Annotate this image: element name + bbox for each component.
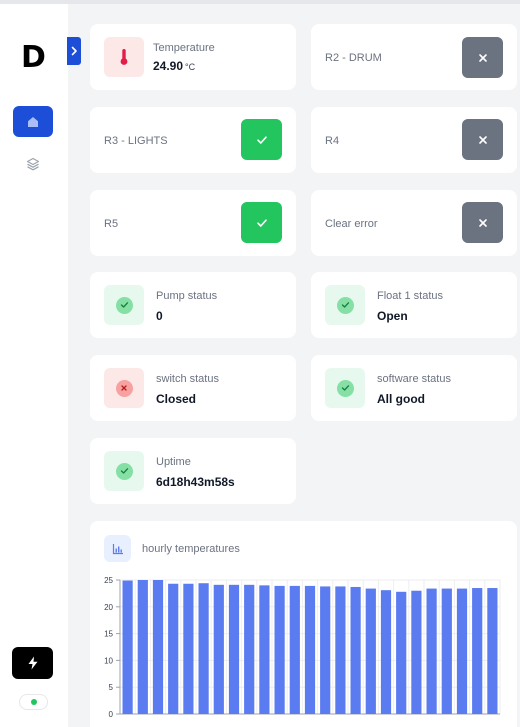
relay-label: R4 — [325, 135, 340, 147]
bar — [335, 586, 346, 714]
status-icon-box — [325, 368, 365, 408]
temperature-unit: °C — [185, 62, 196, 72]
chevron-right-icon — [71, 46, 77, 56]
bar — [472, 588, 483, 714]
relay-label: R3 - LIGHTS — [104, 135, 168, 147]
temperature-value: 24.90 °C — [153, 59, 196, 73]
relay-card-r4: R4 — [311, 107, 517, 173]
nav-layers-button[interactable] — [23, 154, 43, 174]
bar — [396, 591, 407, 714]
relay-toggle-button[interactable] — [241, 119, 282, 160]
relay-card-r5: R5 — [90, 190, 296, 256]
status-card-float: Float 1 status Open — [311, 272, 517, 338]
relay-toggle-button[interactable] — [462, 37, 503, 78]
bar-chart: 0 5 10 15 20 25 — [104, 576, 501, 719]
status-card-software: software status All good — [311, 355, 517, 421]
bar — [228, 584, 240, 714]
bar — [487, 588, 498, 714]
y-tick-label: 0 — [109, 710, 114, 719]
top-border — [0, 0, 520, 4]
check-circle-icon — [115, 462, 133, 480]
status-value: Closed — [156, 392, 197, 406]
lightning-bolt-icon — [28, 656, 37, 670]
status-card-pump: Pump status 0 — [90, 272, 296, 338]
check-circle-icon — [336, 296, 354, 314]
relay-toggle-button[interactable] — [462, 119, 503, 160]
relay-label: Clear error — [325, 218, 378, 230]
status-label: Pump status — [156, 290, 218, 302]
bar — [441, 588, 452, 714]
status-label: switch status — [156, 373, 219, 385]
bar — [244, 584, 255, 714]
close-icon — [478, 135, 487, 144]
bar — [259, 585, 270, 714]
status-icon-box — [325, 285, 365, 325]
bar — [456, 588, 468, 714]
y-tick-label: 15 — [104, 630, 113, 639]
layers-icon — [26, 157, 40, 171]
check-icon — [256, 135, 267, 144]
status-card-uptime: Uptime 6d18h43m58s — [90, 438, 296, 504]
y-tick-label: 10 — [104, 656, 113, 665]
status-dot — [30, 699, 37, 705]
status-value: 6d18h43m58s — [156, 475, 235, 489]
nav-home-button[interactable] — [13, 106, 53, 137]
status-card-switch: switch status Closed — [90, 355, 296, 421]
bar — [289, 585, 300, 714]
relay-card-r3: R3 - LIGHTS — [90, 107, 296, 173]
y-tick-label: 5 — [109, 683, 114, 692]
home-icon — [28, 116, 38, 127]
hourly-temperature-chart-card: hourly temperatures 0 5 10 15 20 25 — [90, 521, 517, 727]
relay-label: R2 - DRUM — [325, 52, 382, 64]
status-value: All good — [377, 392, 425, 406]
bar — [274, 585, 285, 714]
thermometer-icon — [120, 49, 128, 65]
bar — [365, 588, 376, 714]
app-logo: D — [21, 40, 46, 75]
bar — [426, 588, 437, 714]
temperature-card: Temperature 24.90 °C — [90, 24, 296, 90]
status-value: 0 — [156, 309, 163, 323]
bar — [380, 590, 392, 714]
bar — [137, 580, 148, 714]
status-icon-box — [104, 368, 144, 408]
bar — [122, 580, 133, 714]
bar — [183, 583, 194, 714]
y-tick-label: 20 — [104, 603, 113, 612]
temperature-icon-box — [104, 37, 144, 77]
y-tick-label: 25 — [104, 576, 113, 585]
check-circle-icon — [336, 379, 354, 397]
bar — [198, 583, 209, 714]
close-icon — [478, 218, 487, 227]
status-value: Open — [377, 309, 408, 323]
status-label: software status — [377, 373, 451, 385]
relay-toggle-button[interactable] — [241, 202, 282, 243]
connection-status-indicator — [19, 694, 48, 710]
clear-error-button[interactable] — [462, 202, 503, 243]
bar — [320, 586, 331, 714]
relay-card-r2: R2 - DRUM — [311, 24, 517, 90]
bar — [411, 590, 422, 714]
status-icon-box — [104, 285, 144, 325]
bar — [350, 586, 361, 714]
bar — [168, 583, 179, 714]
clear-error-card: Clear error — [311, 190, 517, 256]
sidebar: D — [0, 4, 68, 727]
check-circle-icon — [115, 296, 133, 314]
sidebar-toggle-button[interactable] — [67, 37, 81, 65]
power-button[interactable] — [12, 647, 53, 679]
bar — [152, 580, 164, 714]
x-circle-icon — [115, 379, 133, 397]
status-label: Uptime — [156, 456, 191, 468]
bar — [304, 585, 316, 714]
check-icon — [256, 218, 267, 227]
bar — [213, 584, 224, 714]
close-icon — [478, 53, 487, 62]
relay-label: R5 — [104, 218, 119, 230]
status-icon-box — [104, 451, 144, 491]
status-label: Float 1 status — [377, 290, 444, 302]
temperature-label: Temperature — [153, 42, 215, 54]
